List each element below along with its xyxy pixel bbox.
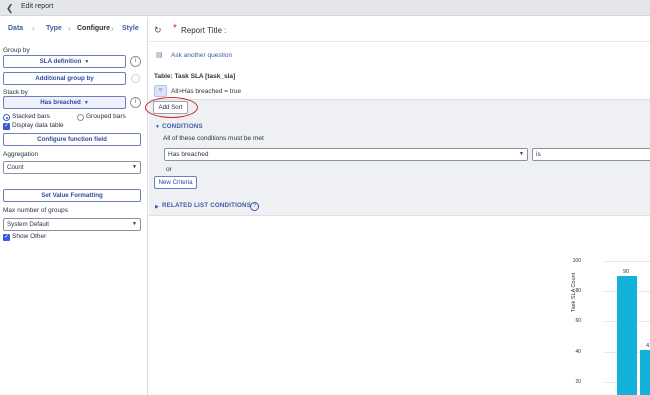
condition-operator-select[interactable]: is: [532, 148, 650, 161]
bar[interactable]: [640, 350, 650, 395]
caret-down-icon: ▼: [84, 59, 90, 65]
tab-data[interactable]: Data: [8, 25, 23, 32]
tab-bar: Data › Type › Configure › Style: [0, 17, 148, 42]
additional-group-by-label: Additional group by: [35, 75, 94, 82]
aggregation-select[interactable]: Count ▼: [3, 161, 141, 174]
conditions-note: All of these conditions must be met: [163, 135, 264, 142]
or-label: or: [166, 166, 172, 173]
stack-by-value: Has breached: [40, 99, 81, 106]
divider: [149, 41, 650, 42]
aggregation-value: Count: [7, 164, 24, 171]
help-icon[interactable]: ?: [250, 202, 259, 211]
caret-down-icon: ▼: [132, 221, 137, 227]
bar[interactable]: [617, 276, 637, 395]
configure-function-field-button[interactable]: Configure function field: [3, 133, 141, 146]
config-panel: Data › Type › Configure › Style Group by…: [0, 17, 148, 395]
stacked-bars-label: Stacked bars: [12, 113, 50, 120]
page-title: Edit report: [21, 3, 54, 10]
caret-down-icon: ▼: [155, 124, 160, 130]
max-groups-value: System Default: [7, 221, 49, 228]
y-tick-label: 80: [575, 288, 581, 295]
show-other-label: Show Other: [12, 233, 47, 240]
group-by-pill[interactable]: SLA definition ▼: [3, 55, 126, 68]
group-by-label: Group by: [3, 47, 30, 54]
red-annotation-circle: [145, 97, 198, 118]
chat-bubble-icon: ▤: [156, 52, 163, 59]
set-value-formatting-label: Set Value Formatting: [41, 192, 103, 199]
new-criteria-button[interactable]: New Criteria: [154, 176, 197, 189]
required-star-icon: *: [173, 23, 177, 34]
display-table-label: Display data table: [12, 122, 64, 129]
set-value-formatting-button[interactable]: Set Value Formatting: [3, 189, 141, 202]
display-table-checkbox[interactable]: ✓: [3, 123, 10, 130]
bar-data-label: 90: [623, 269, 630, 276]
report-title-label[interactable]: Report Title :: [181, 26, 226, 35]
y-tick-label: 100: [572, 258, 581, 264]
condition-operator-value: is: [536, 151, 541, 158]
filter-icon[interactable]: ▿: [154, 85, 167, 97]
grouped-bars-radio[interactable]: [77, 114, 84, 121]
chevron-right-icon: ›: [32, 24, 35, 33]
y-tick-label: 60: [575, 318, 581, 325]
caret-down-icon: ▼: [83, 100, 89, 106]
stacked-bars-radio[interactable]: [3, 114, 10, 121]
stack-by-label: Stack by: [3, 89, 28, 96]
grouped-bars-label: Grouped bars: [86, 113, 126, 120]
table-label: Table: Task SLA [task_sla]: [154, 73, 236, 80]
new-criteria-label: New Criteria: [158, 179, 193, 186]
y-tick-label: 20: [575, 378, 581, 385]
conditions-heading[interactable]: CONDITIONS: [162, 123, 203, 130]
additional-group-by-button[interactable]: Additional group by: [3, 72, 126, 85]
bar-chart: Task SLA Count 100806040209041: [569, 232, 650, 395]
related-list-conditions-heading[interactable]: RELATED LIST CONDITIONS: [162, 202, 251, 209]
chevron-right-icon: ›: [111, 24, 114, 33]
caret-down-icon: ▼: [519, 151, 524, 157]
filter-breadcrumb[interactable]: All>Has breached = true: [171, 88, 241, 95]
aggregation-label: Aggregation: [3, 151, 39, 158]
info-icon[interactable]: i: [130, 97, 141, 108]
y-tick-label: 40: [575, 348, 581, 355]
top-bar: ❮ Edit report: [0, 0, 650, 16]
group-by-value: SLA definition: [39, 58, 82, 65]
show-other-checkbox[interactable]: ✓: [3, 234, 10, 241]
tab-style[interactable]: Style: [122, 25, 139, 32]
configure-function-field-label: Configure function field: [37, 136, 107, 143]
tab-configure[interactable]: Configure: [77, 25, 110, 32]
ask-another-question-link[interactable]: Ask another question: [171, 52, 232, 59]
stack-by-pill[interactable]: Has breached ▼: [3, 96, 126, 109]
condition-field-select[interactable]: Has breached ▼: [164, 148, 528, 161]
bar-data-label: 41: [646, 343, 650, 350]
chevron-right-icon: ›: [68, 24, 71, 33]
report-main: ↻ * Report Title : ▤ Ask another questio…: [145, 17, 650, 395]
refresh-icon[interactable]: ↻: [154, 25, 162, 36]
max-groups-select[interactable]: System Default ▼: [3, 218, 141, 231]
info-icon[interactable]: i: [130, 56, 141, 67]
caret-down-icon: ▼: [132, 164, 137, 170]
gridline: [604, 261, 650, 262]
caret-right-icon: ▶: [155, 204, 159, 210]
condition-field-value: Has breached: [168, 151, 209, 158]
chevron-left-icon[interactable]: ❮: [6, 3, 14, 13]
disabled-info-icon: [131, 74, 140, 83]
max-groups-label: Max number of groups: [3, 207, 69, 214]
tab-type[interactable]: Type: [46, 25, 62, 32]
